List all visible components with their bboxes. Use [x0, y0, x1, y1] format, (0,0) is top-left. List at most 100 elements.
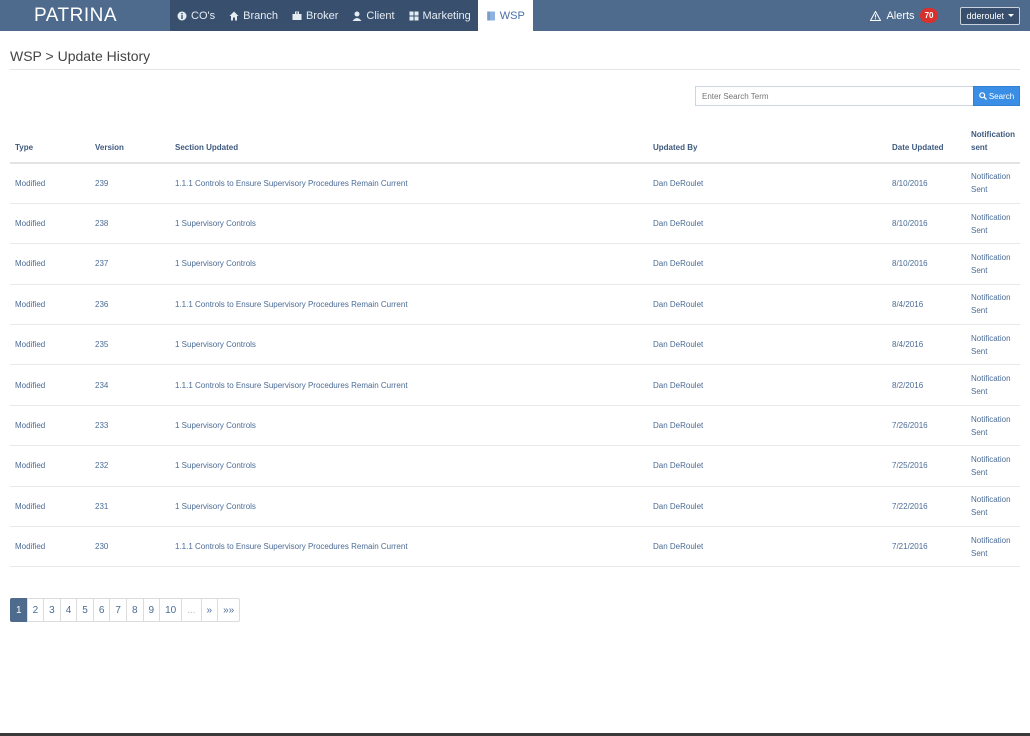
page-1[interactable]: 1 — [10, 598, 28, 622]
cell-notification: Notification Sent — [966, 486, 1020, 528]
cell-notification: Notification Sent — [966, 445, 1020, 487]
alerts-count-badge: 70 — [919, 8, 939, 23]
page-9[interactable]: 9 — [142, 598, 161, 622]
cell-type: Modified — [10, 203, 90, 245]
search-bar: Search — [695, 86, 1020, 106]
cell-notification: Notification Sent — [966, 405, 1020, 447]
cell-type: Modified — [10, 445, 90, 487]
table-row[interactable]: Modified 234 1.1.1 Controls to Ensure Supe… — [10, 364, 1020, 406]
column-header-updated-by[interactable]: Updated By — [648, 125, 887, 164]
nav-item-client[interactable]: Client — [345, 0, 401, 31]
cell-updated-by: Dan DeRoulet — [648, 163, 887, 204]
brand-logo[interactable]: PATRINA — [0, 0, 170, 31]
table-header-row: Type Version Section Updated Updated By … — [10, 125, 1020, 164]
cell-type: Modified — [10, 405, 90, 447]
cell-type: Modified — [10, 324, 90, 366]
nav-item-broker[interactable]: Broker — [285, 0, 345, 31]
cell-notification: Notification Sent — [966, 364, 1020, 406]
nav-label: Broker — [305, 9, 339, 22]
nav-item-branch[interactable]: Branch — [222, 0, 285, 31]
search-icon — [979, 92, 987, 100]
page-next[interactable]: » — [200, 598, 219, 622]
table-row[interactable]: Modified 239 1.1.1 Controls to Ensure Supe… — [10, 163, 1020, 204]
cell-version: 230 — [90, 526, 170, 568]
cell-updated-by: Dan DeRoulet — [648, 364, 887, 406]
cell-version: 231 — [90, 486, 170, 528]
cell-updated-by: Dan DeRoulet — [648, 284, 887, 326]
table-row[interactable]: Modified 231 1 Supervisory Controls Dan DeR… — [10, 486, 1020, 528]
nav-right: Alerts 70 dderoulet — [870, 0, 1020, 31]
search-button[interactable]: Search — [973, 86, 1020, 106]
nav-label: CO's — [191, 9, 216, 22]
cell-type: Modified — [10, 284, 90, 326]
search-button-label: Search — [988, 91, 1015, 101]
nav-item-marketing[interactable]: Marketing — [402, 0, 478, 31]
nav-item-wsp[interactable]: WSP — [477, 0, 533, 31]
column-header-date[interactable]: Date Updated — [887, 125, 966, 164]
pagination: 1 2 3 4 5 6 7 8 9 10...»»» — [10, 598, 241, 622]
cell-updated-by: Dan DeRoulet — [648, 243, 887, 285]
column-header-notification[interactable]: Notification sent — [966, 125, 1020, 164]
user-menu-button[interactable]: dderoulet — [960, 6, 1020, 25]
table-row[interactable]: Modified 235 1 Supervisory Controls Dan DeR… — [10, 324, 1020, 366]
page-8[interactable]: 8 — [125, 598, 144, 622]
table-row[interactable]: Modified 230 1.1.1 Controls to Ensure Supe… — [10, 526, 1020, 568]
page-last[interactable]: »» — [217, 598, 241, 622]
page-5[interactable]: 5 — [76, 598, 94, 622]
cell-version: 236 — [90, 284, 170, 326]
column-header-type[interactable]: Type — [10, 125, 90, 164]
cell-section: 1 Supervisory Controls — [170, 324, 648, 366]
search-input[interactable] — [695, 86, 973, 106]
briefcase-icon — [292, 11, 302, 20]
column-header-version[interactable]: Version — [90, 125, 170, 164]
cell-date: 8/4/2016 — [887, 284, 966, 326]
cell-date: 7/22/2016 — [887, 486, 966, 528]
nav-item-cos[interactable]: CO's — [170, 0, 222, 31]
user-icon — [352, 11, 362, 21]
cell-updated-by: Dan DeRoulet — [648, 324, 887, 366]
cell-version: 235 — [90, 324, 170, 366]
column-header-section[interactable]: Section Updated — [170, 125, 648, 164]
cell-type: Modified — [10, 243, 90, 285]
cell-section: 1.1.1 Controls to Ensure Supervisory Pro… — [170, 364, 648, 406]
page-title: WSP > Update History — [10, 48, 151, 64]
table-row[interactable]: Modified 233 1 Supervisory Controls Dan DeR… — [10, 405, 1020, 447]
page-2[interactable]: 2 — [26, 598, 45, 622]
info-circle-icon — [177, 11, 187, 20]
username: dderoulet — [966, 10, 1004, 21]
page-3[interactable]: 3 — [43, 598, 61, 622]
cell-section: 1 Supervisory Controls — [170, 405, 648, 447]
table-row[interactable]: Modified 237 1 Supervisory Controls Dan DeR… — [10, 243, 1020, 285]
nav-label: Marketing — [422, 9, 471, 22]
warning-icon — [870, 10, 882, 21]
nav-label: Branch — [243, 9, 278, 22]
page-4[interactable]: 4 — [59, 598, 78, 622]
cell-updated-by: Dan DeRoulet — [648, 405, 887, 447]
table-row[interactable]: Modified 232 1 Supervisory Controls Dan DeR… — [10, 445, 1020, 487]
page-7[interactable]: 7 — [109, 598, 127, 622]
cell-date: 7/21/2016 — [887, 526, 966, 568]
table-row[interactable]: Modified 238 1 Supervisory Controls Dan DeR… — [10, 203, 1020, 245]
cell-date: 7/25/2016 — [887, 445, 966, 487]
cell-notification: Notification Sent — [966, 526, 1020, 568]
cell-notification: Notification Sent — [966, 324, 1020, 366]
page-ellipsis: ... — [181, 598, 202, 622]
cell-updated-by: Dan DeRoulet — [648, 203, 887, 245]
page-6[interactable]: 6 — [92, 598, 111, 622]
cell-section: 1 Supervisory Controls — [170, 203, 648, 245]
cell-notification: Notification Sent — [966, 243, 1020, 285]
cell-date: 7/26/2016 — [887, 405, 966, 447]
main-nav: CO's Branch Broker Client Marketing WSP — [170, 0, 533, 31]
page-10[interactable]: 10 — [159, 598, 183, 622]
cell-section: 1 Supervisory Controls — [170, 486, 648, 528]
cell-updated-by: Dan DeRoulet — [648, 486, 887, 528]
cell-date: 8/2/2016 — [887, 364, 966, 406]
table-row[interactable]: Modified 236 1.1.1 Controls to Ensure Supe… — [10, 284, 1020, 326]
cell-section: 1.1.1 Controls to Ensure Supervisory Pro… — [170, 163, 648, 204]
nav-label: Client — [366, 9, 395, 22]
grid-icon — [409, 11, 418, 20]
alerts-button[interactable]: Alerts 70 — [870, 8, 939, 23]
cell-type: Modified — [10, 364, 90, 406]
cell-section: 1.1.1 Controls to Ensure Supervisory Pro… — [170, 284, 648, 326]
cell-type: Modified — [10, 486, 90, 528]
